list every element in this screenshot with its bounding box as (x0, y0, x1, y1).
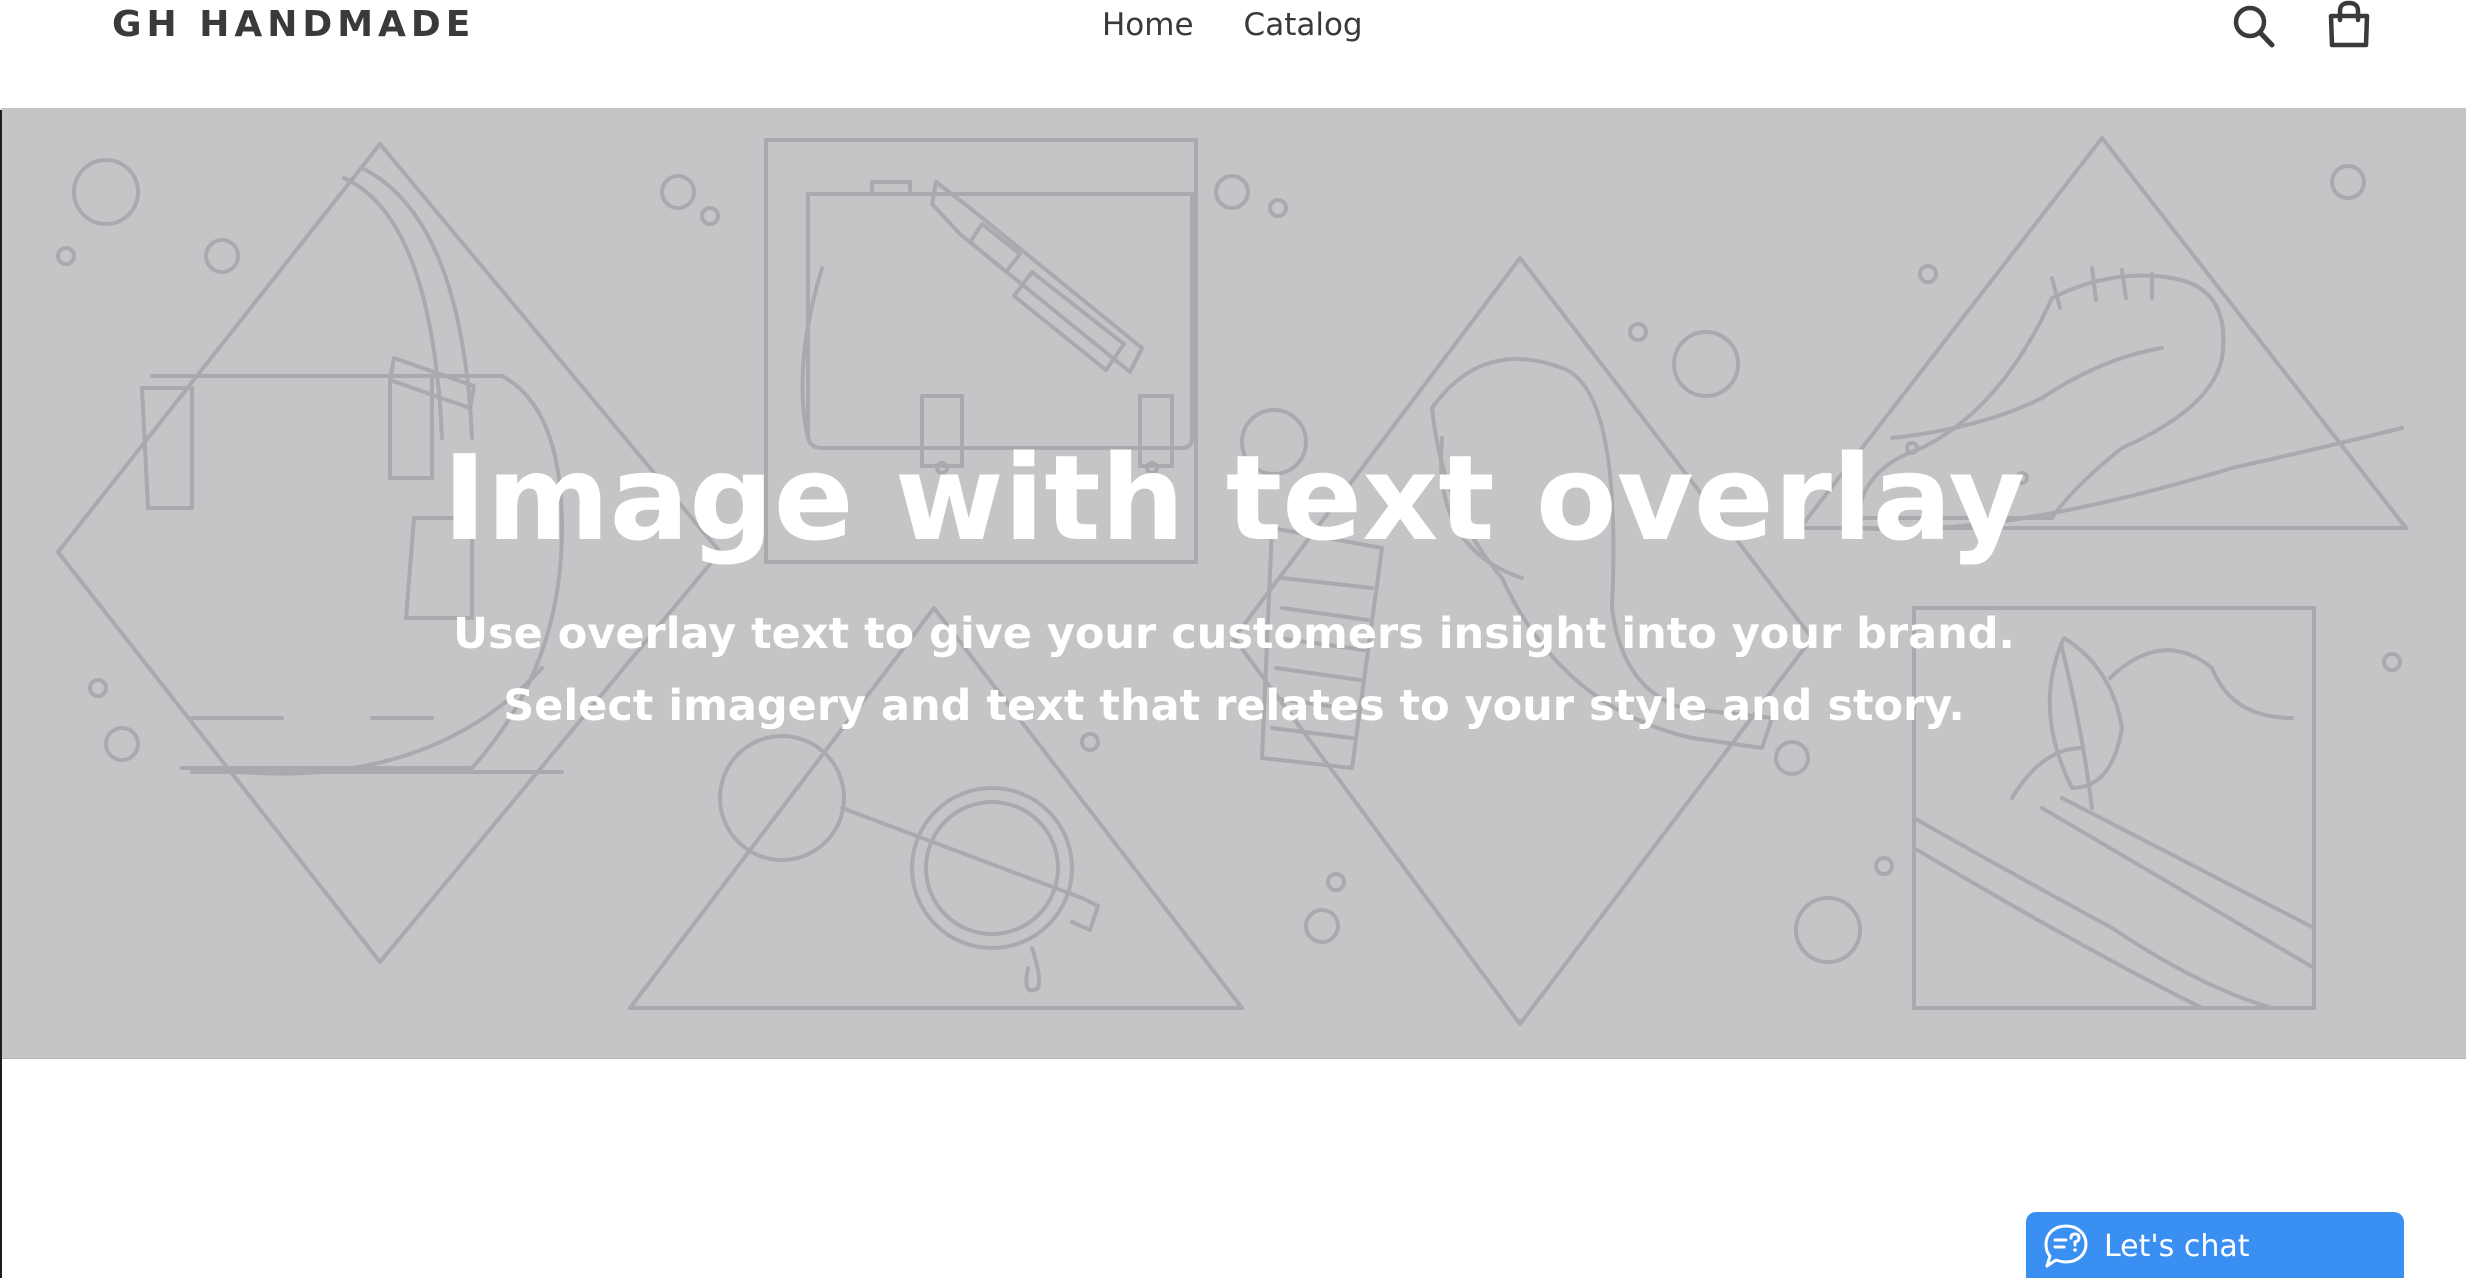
hero-title: Image with text overlay (442, 429, 2026, 567)
site-logo[interactable]: GH HANDMADE (112, 0, 475, 50)
hero-subtitle-line-1: Use overlay text to give your customers … (453, 609, 2015, 659)
chat-bubble-icon (2044, 1224, 2088, 1268)
hero-banner: Image with text overlay Use overlay text… (2, 108, 2466, 1059)
search-button[interactable] (2232, 2, 2276, 50)
hero-subtitle-line-2: Select imagery and text that relates to … (503, 681, 1965, 731)
chat-widget-button[interactable]: Let's chat (2026, 1212, 2404, 1278)
hero-subtitle: Use overlay text to give your customers … (2, 598, 2466, 742)
cart-icon (2328, 0, 2370, 48)
cart-button[interactable] (2326, 0, 2372, 50)
site-header: GH HANDMADE Home Catalog (0, 0, 2466, 110)
page: GH HANDMADE Home Catalog Image with text… (0, 0, 2466, 1278)
nav-link-home[interactable]: Home (1102, 0, 1194, 50)
nav-link-catalog[interactable]: Catalog (1244, 0, 1363, 50)
chat-label: Let's chat (2104, 1229, 2250, 1264)
hero-text-overlay: Image with text overlay Use overlay text… (2, 108, 2466, 1058)
search-icon (2233, 5, 2275, 48)
main-nav: Home Catalog (1102, 0, 1363, 50)
